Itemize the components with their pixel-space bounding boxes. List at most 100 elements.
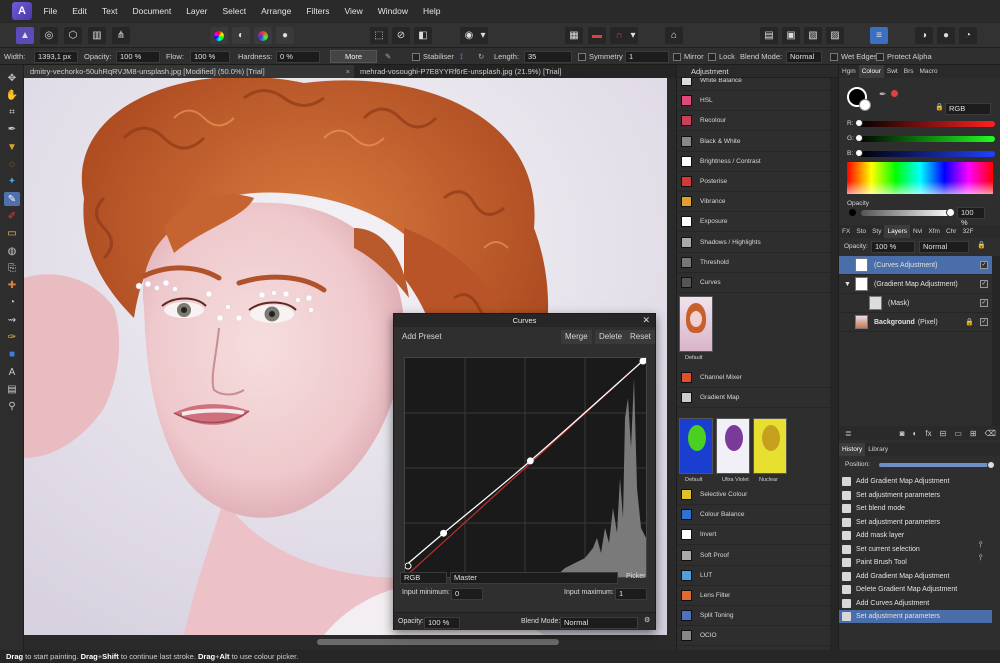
gradient-preset-1[interactable] [679, 418, 713, 474]
curves-blend-dropdown[interactable]: Normal [560, 617, 638, 629]
invert-selection-icon[interactable]: ◧ [414, 27, 432, 44]
smudge-icon[interactable]: ⇝ [4, 313, 20, 327]
adjustment-item-lens-filter[interactable]: Lens Filter [677, 586, 830, 606]
curve-control-point[interactable] [440, 529, 448, 537]
blue-slider-handle[interactable] [855, 149, 863, 157]
history-position-handle[interactable] [987, 461, 995, 469]
visibility-checkbox[interactable]: ✓ [980, 318, 988, 326]
visibility-checkbox[interactable]: ✓ [980, 280, 988, 288]
symmetry-field[interactable]: 1 [625, 50, 669, 63]
history-item[interactable]: Add Gradient Map Adjustment [839, 475, 992, 488]
contrast-icon[interactable]: ◐ [232, 27, 250, 44]
history-position-slider[interactable] [879, 463, 993, 467]
adjustment-icon[interactable]: ◐ [913, 429, 918, 438]
add-preset-button[interactable]: Add Preset [398, 330, 446, 344]
eraser-icon[interactable]: ▭ [4, 227, 20, 241]
adjustment-item-ocio[interactable]: OCIO [677, 626, 830, 647]
gradient-preset-3[interactable] [753, 418, 787, 474]
curve-control-point[interactable] [404, 562, 412, 570]
view-mode-icon[interactable]: ◑ [915, 27, 933, 44]
colour-tab-brs[interactable]: Brs [901, 65, 917, 78]
window-mode-icon[interactable]: ↻ [478, 52, 484, 61]
canvas-horizontal-scrollbar[interactable] [24, 635, 676, 650]
white-balance-toolbar-icon[interactable]: ● [276, 27, 294, 44]
history-item[interactable]: Delete Gradient Map Adjustment [839, 583, 992, 596]
adjustment-item-vibrance[interactable]: Vibrance [677, 192, 830, 213]
more-button[interactable]: More [330, 50, 378, 63]
layers-tab-chr[interactable]: Chr [943, 225, 959, 238]
history-item[interactable]: Paint Brush Tool [839, 556, 992, 569]
red-slider[interactable] [857, 121, 995, 127]
adjustment-item-split-toning[interactable]: Split Toning [677, 606, 830, 627]
green-slider[interactable] [857, 136, 995, 142]
menu-arrange[interactable]: Arrange [254, 0, 299, 22]
arrange-front-icon[interactable]: ▧ [804, 27, 822, 44]
layers-tab-layers[interactable]: Layers [884, 225, 910, 238]
close-icon[interactable]: ✕ [642, 314, 650, 327]
lock-icon[interactable]: 🔒 [977, 241, 986, 249]
layers-scrollbar[interactable] [992, 256, 1000, 426]
healing-icon[interactable]: ✚ [4, 279, 20, 293]
adjustment-item-gradient-map[interactable]: Gradient Map [677, 388, 830, 409]
layers-tab-xfm[interactable]: Xfm [925, 225, 943, 238]
paint-brush-icon[interactable]: ✎ [4, 192, 20, 207]
gradient-preset-2[interactable] [716, 418, 750, 474]
affinity-logo-icon[interactable]: A [12, 2, 32, 20]
liquify-persona-icon[interactable]: ◎ [40, 27, 58, 44]
blue-slider[interactable] [857, 151, 995, 157]
export-persona-icon[interactable]: ⋔ [112, 27, 130, 44]
layers-opacity-field[interactable]: 100 % [871, 241, 915, 253]
zoom-tool-icon[interactable]: ⚲ [4, 400, 20, 414]
shape-tool-icon[interactable]: ■ [4, 348, 20, 362]
layer-stack-icon[interactable]: ≣ [845, 429, 852, 438]
mirror-checkbox[interactable] [673, 52, 681, 61]
tone-mapping-persona-icon[interactable]: ▥ [88, 27, 106, 44]
width-field[interactable]: 1393,1 px [34, 50, 78, 63]
visibility-checkbox[interactable]: ✓ [980, 299, 988, 307]
snapshot-icon[interactable]: ⫯ [979, 540, 982, 550]
canvas-vertical-scrollbar[interactable] [667, 78, 676, 635]
eyedropper-tool-icon[interactable]: ✒ [4, 123, 20, 137]
curve-control-point[interactable] [639, 357, 647, 365]
assistant-icon[interactable]: ⌂ [665, 27, 683, 44]
adjustment-item-threshold[interactable]: Threshold [677, 253, 830, 273]
curve-control-point[interactable] [526, 457, 534, 465]
secondary-colour-swatch[interactable] [859, 99, 871, 111]
studio-icon[interactable]: ◔ [959, 27, 977, 44]
stabiliser-checkbox[interactable] [412, 52, 420, 61]
adjustment-item-exposure[interactable]: Exposure [677, 212, 830, 233]
visibility-checkbox[interactable]: ✓ [980, 261, 988, 269]
layers-tab-sty[interactable]: Sty [869, 225, 884, 238]
colour-opacity-field[interactable]: 100 % [957, 207, 985, 227]
flow-field[interactable]: 100 % [190, 50, 230, 63]
marquee-select-icon[interactable]: ⬚ [370, 27, 388, 44]
input-max-field[interactable]: 1 [615, 588, 647, 600]
chevron-down-icon[interactable]: ▾ [628, 27, 638, 44]
colour-tab-swt[interactable]: Swt [884, 65, 901, 78]
colour-replace-icon[interactable]: ✐ [4, 209, 20, 223]
layers-tab-sto[interactable]: Sto [853, 225, 869, 238]
brush-settings-icon[interactable]: ✎ [385, 52, 391, 61]
history-tab-library[interactable]: Library [865, 443, 891, 456]
align-icon[interactable]: ≡ [870, 27, 888, 44]
user-icon[interactable]: ● [937, 27, 955, 44]
adjustment-item-channel-mixer[interactable]: Channel Mixer [677, 368, 830, 388]
colour-tab-hgm[interactable]: Hgm [839, 65, 859, 78]
adjustment-item-curves[interactable]: Curves [677, 273, 830, 293]
history-item[interactable]: Set blend mode [839, 502, 992, 515]
input-min-field[interactable]: 0 [451, 588, 483, 600]
photo-persona-icon[interactable]: ▲ [16, 27, 34, 44]
flood-fill-icon[interactable]: ▼ [4, 140, 20, 154]
reset-button[interactable]: Reset [626, 330, 655, 344]
add-layer-icon[interactable]: ⊞ [970, 429, 977, 438]
adjustment-item-colour-balance[interactable]: Colour Balance [677, 505, 830, 526]
snapshot-icon[interactable]: ⫯ [979, 553, 982, 563]
layer-row[interactable]: (Gradient Map Adjustment) ▼ ✓ [839, 275, 992, 294]
layers-tab-nvi[interactable]: Nvi [910, 225, 925, 238]
adjustment-item-recolour[interactable]: Recolour [677, 111, 830, 132]
menu-help[interactable]: Help [416, 0, 448, 22]
colour-tab-macro[interactable]: Macro [916, 65, 940, 78]
text-tool-icon[interactable]: A [4, 365, 20, 379]
rope-mode-icon[interactable]: ⟟ [460, 52, 463, 62]
colour-opacity-handle[interactable] [946, 208, 955, 217]
